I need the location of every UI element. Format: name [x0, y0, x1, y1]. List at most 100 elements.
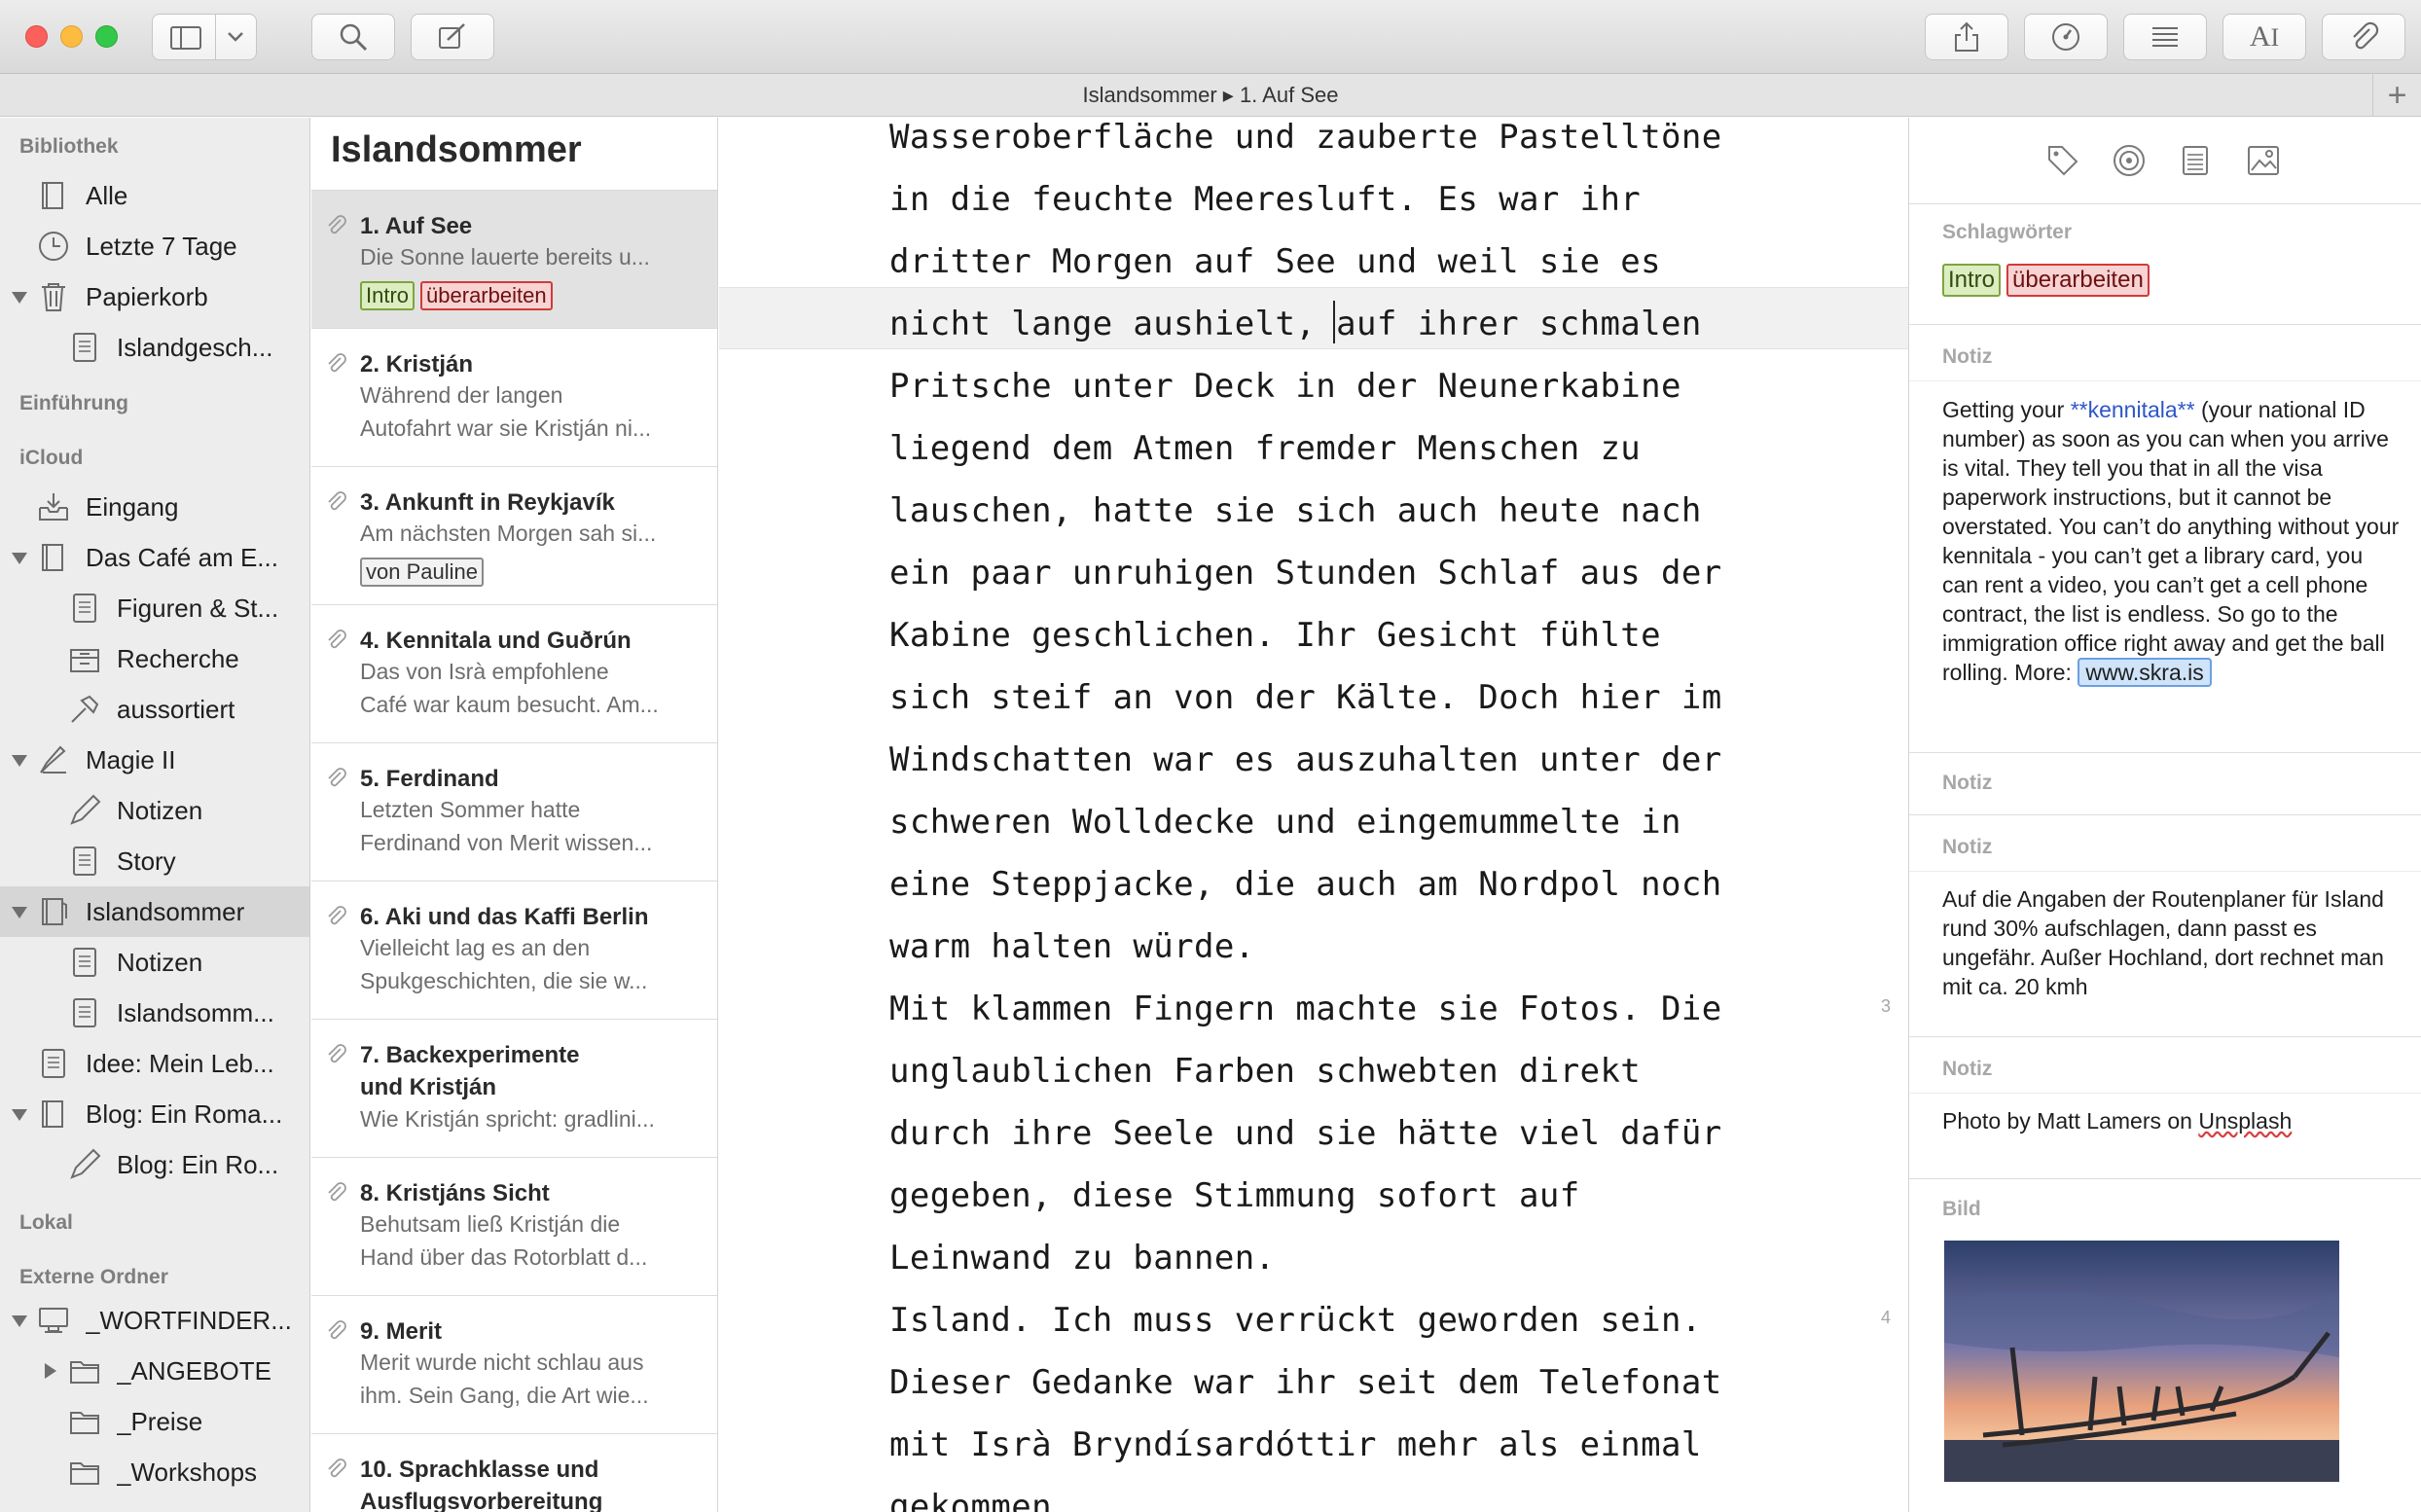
compose-icon: [438, 22, 467, 52]
sidebar-item-islandgesch[interactable]: Islandgesch...: [0, 322, 309, 373]
tag-ueberarbeiten[interactable]: überarbeiten: [420, 281, 553, 310]
attachment-clip-icon: [328, 491, 346, 511]
section-einfuehrung: Einführung: [19, 392, 128, 414]
document-item-9[interactable]: 9. Merit Merit wurde nicht schlau aus ih…: [311, 1296, 717, 1434]
sidebar-item-label: _ANGEBOTE: [117, 1355, 271, 1386]
sidebar-item-alle[interactable]: Alle: [0, 170, 309, 221]
search-button[interactable]: [311, 14, 395, 60]
document-preview: Ferdinand von Merit wissen...: [360, 830, 653, 855]
attached-photo[interactable]: [1944, 1241, 2339, 1482]
image-icon[interactable]: [2246, 143, 2281, 178]
document-item-2[interactable]: 2. Kristján Während der langen Autofahrt…: [311, 329, 717, 467]
disclosure-triangle-icon[interactable]: [12, 755, 27, 767]
compose-button[interactable]: [411, 14, 494, 60]
note-kennitala[interactable]: Getting your **kennitala** (your nationa…: [1942, 395, 2400, 687]
sidebar-item-workshops[interactable]: _Workshops: [0, 1447, 309, 1497]
typography-button[interactable]: AI: [2222, 14, 2306, 60]
disclosure-triangle-icon[interactable]: [12, 1315, 27, 1327]
inspector-tabs: [1909, 118, 2421, 203]
sidebar-item-aussortiert[interactable]: aussortiert: [0, 684, 309, 735]
folder-icon: [70, 1412, 99, 1434]
keywords-list: Intro überarbeiten: [1942, 264, 2155, 297]
sidebar-item-blog-child[interactable]: Blog: Ein Ro...: [0, 1139, 309, 1190]
disclosure-triangle-icon[interactable]: [12, 907, 27, 918]
zoom-window-button[interactable]: [95, 25, 118, 48]
document-preview: Am nächsten Morgen sah si...: [360, 521, 657, 546]
disclosure-triangle-icon[interactable]: [45, 1363, 56, 1379]
sidebar-item-wortfinder[interactable]: _WORTFINDER...: [0, 1295, 309, 1346]
tag-icon[interactable]: [2045, 143, 2080, 178]
document-preview: Vielleicht lag es an den: [360, 935, 591, 960]
text-editor[interactable]: Wasseroberfläche und zauberte Pastelltön…: [719, 118, 1908, 1512]
sidebar-item-magie[interactable]: Magie II: [0, 735, 309, 785]
disclosure-triangle-icon[interactable]: [12, 1109, 27, 1121]
document-title: 2. Kristján: [360, 351, 474, 378]
sidebar-item-label: Blog: Ein Roma...: [86, 1098, 283, 1129]
document-icon: [73, 846, 96, 876]
document-item-8[interactable]: 8. Kristjáns Sicht Behutsam ließ Kristjá…: [311, 1158, 717, 1296]
document-title: 4. Kennitala und Guðrún: [360, 628, 632, 654]
share-button[interactable]: [1925, 14, 2008, 60]
sidebar-item-letzte-7-tage[interactable]: Letzte 7 Tage: [0, 221, 309, 271]
document-preview: Während der langen: [360, 382, 563, 408]
document-item-3[interactable]: 3. Ankunft in Reykjavík Am nächsten Morg…: [311, 467, 717, 605]
goals-button[interactable]: [2024, 14, 2108, 60]
attachment-clip-icon: [328, 1320, 346, 1340]
sidebar-item-eingang[interactable]: Eingang: [0, 482, 309, 532]
document-item-4[interactable]: 4. Kennitala und Guðrún Das von Isrà emp…: [311, 605, 717, 743]
sidebar-item-preise[interactable]: _Preise: [0, 1396, 309, 1447]
sidebar-toggle-button[interactable]: [152, 14, 257, 60]
sidebar-item-folder-partial[interactable]: [0, 1497, 309, 1512]
sidebar-item-figuren[interactable]: Figuren & St...: [0, 583, 309, 633]
sidebar-item-idee[interactable]: Idee: Mein Leb...: [0, 1038, 309, 1089]
sidebar-item-recherche[interactable]: Recherche: [0, 633, 309, 684]
trash-icon: [42, 283, 65, 311]
note-routenplaner[interactable]: Auf die Angaben der Routenplaner für Isl…: [1942, 884, 2400, 1001]
document-preview: Merit wurde nicht schlau aus: [360, 1350, 644, 1375]
quill-icon: [40, 745, 66, 774]
minimize-window-button[interactable]: [60, 25, 83, 48]
document-item-6[interactable]: 6. Aki und das Kaffi Berlin Vielleicht l…: [311, 882, 717, 1020]
document-item-10[interactable]: 10. Sprachklasse und Ausflugsvorbereitun…: [311, 1434, 717, 1512]
close-window-button[interactable]: [25, 25, 48, 48]
document-tags: von Pauline: [360, 558, 489, 587]
outline-button[interactable]: [2123, 14, 2207, 60]
typewriter-font-icon: AI: [2249, 20, 2280, 53]
note-link[interactable]: www.skra.is: [2078, 658, 2212, 687]
document-item-1[interactable]: 1. Auf See Die Sonne lauerte bereits u..…: [311, 191, 717, 329]
sidebar-item-story[interactable]: Story: [0, 836, 309, 886]
add-tab-button[interactable]: +: [2372, 74, 2421, 117]
folder-icon: [70, 1462, 99, 1485]
sidebar-item-magie-notizen[interactable]: Notizen: [0, 785, 309, 836]
document-preview: Letzten Sommer hatte: [360, 797, 581, 822]
disclosure-triangle-icon[interactable]: [12, 553, 27, 564]
editor-line: sich steif an von der Kälte. Doch hier i…: [889, 678, 1722, 717]
sidebar-item-label: Islandgesch...: [117, 332, 273, 362]
sidebar-item-papierkorb[interactable]: Papierkorb: [0, 271, 309, 322]
keyword-ueberarbeiten[interactable]: überarbeiten: [2006, 264, 2150, 297]
inbox-icon: [39, 493, 68, 521]
note-photo-credit[interactable]: Photo by Matt Lamers on Unsplash: [1942, 1106, 2400, 1135]
document-preview: Spukgeschichten, die sie w...: [360, 968, 648, 993]
tag-von-pauline[interactable]: von Pauline: [360, 558, 484, 587]
tag-intro[interactable]: Intro: [360, 281, 416, 310]
sidebar-item-angebote[interactable]: _ANGEBOTE: [0, 1346, 309, 1396]
notes-icon[interactable]: [2178, 143, 2213, 178]
document-icon: [73, 998, 96, 1027]
sidebar-item-blog[interactable]: Blog: Ein Roma...: [0, 1089, 309, 1139]
sidebar-item-islandsomm[interactable]: Islandsomm...: [0, 988, 309, 1038]
sidebar-item-islandsommer[interactable]: Islandsommer: [0, 886, 309, 937]
editor-line: nicht lange aushielt, auf ihrer schmalen: [889, 305, 1702, 343]
attachment-clip-icon: [328, 906, 346, 925]
sidebar-item-das-cafe[interactable]: Das Café am E...: [0, 532, 309, 583]
sidebar-item-label: Magie II: [86, 744, 176, 774]
disclosure-triangle-icon[interactable]: [12, 292, 27, 304]
document-item-7[interactable]: 7. Backexperimente und Kristján Wie Kris…: [311, 1020, 717, 1158]
sidebar-item-islandsommer-notizen[interactable]: Notizen: [0, 937, 309, 988]
sidebar-item-label: Das Café am E...: [86, 542, 278, 572]
keyword-intro[interactable]: Intro: [1942, 264, 2002, 297]
editor-line: Wasseroberfläche und zauberte Pastelltön…: [889, 118, 1722, 157]
document-item-5[interactable]: 5. Ferdinand Letzten Sommer hatte Ferdin…: [311, 743, 717, 882]
attachment-button[interactable]: [2322, 14, 2405, 60]
target-icon[interactable]: [2112, 143, 2147, 178]
